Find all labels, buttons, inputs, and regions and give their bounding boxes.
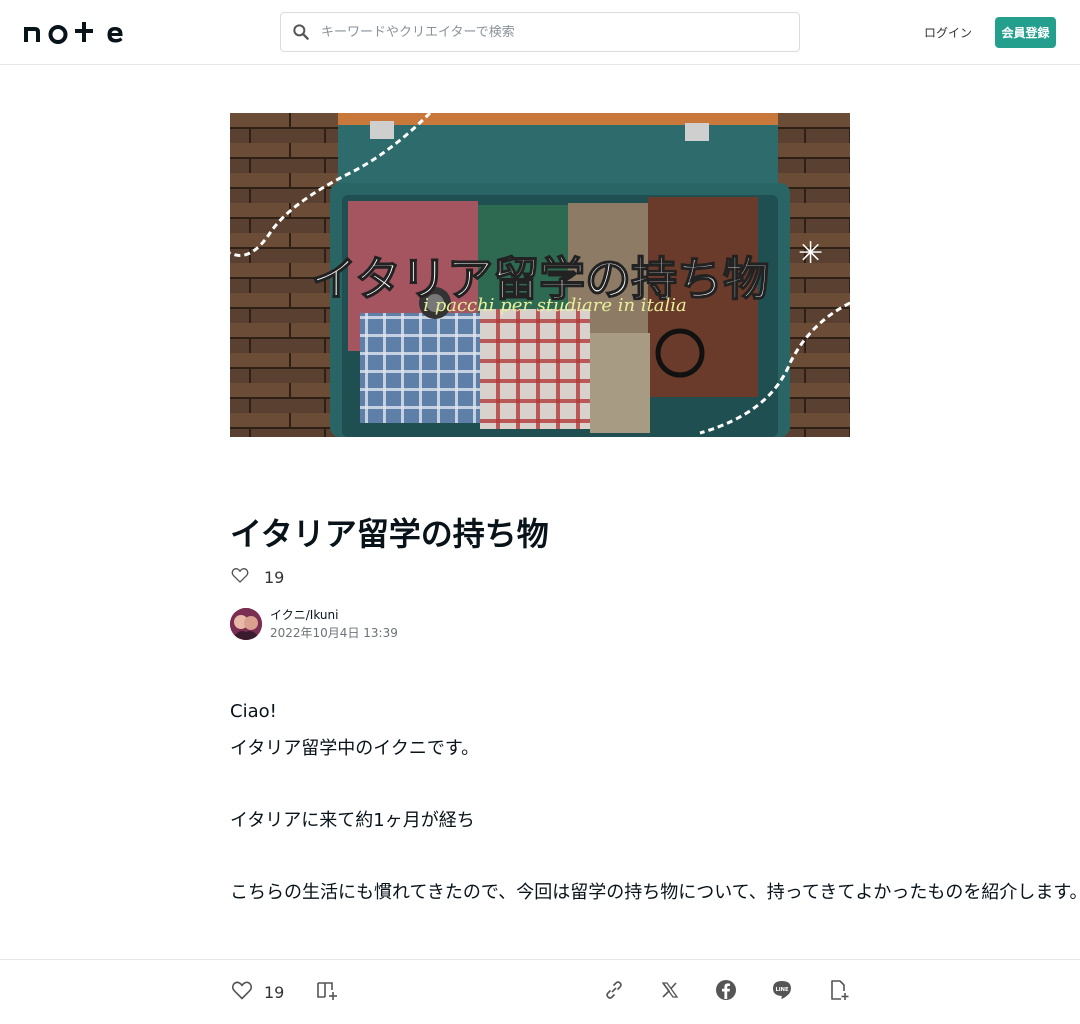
copy-link-button[interactable]: [602, 980, 626, 1004]
site-header: note ログイン 会員登録: [0, 0, 1080, 65]
magazine-add-icon[interactable]: [315, 978, 339, 1006]
paragraph: Ciao!: [230, 701, 277, 722]
line-icon[interactable]: LINE: [770, 978, 794, 1006]
publish-date: 2022年10月4日 13:39: [270, 626, 398, 640]
avatar[interactable]: [230, 608, 262, 640]
like-summary: 19: [230, 566, 284, 588]
hero-image: イタリア留学の持ち物 i pacchi per studiare in ital…: [230, 113, 850, 437]
note-logo[interactable]: note: [24, 20, 124, 44]
svg-text:✳: ✳: [798, 236, 823, 271]
add-to-note-button[interactable]: [827, 980, 851, 1004]
like-button[interactable]: 19: [230, 980, 284, 1004]
author-info[interactable]: イクニ/Ikuni 2022年10月4日 13:39: [230, 606, 398, 642]
note-logo-icon: note: [24, 22, 123, 44]
login-link[interactable]: ログイン: [924, 20, 972, 44]
heart-icon[interactable]: [230, 565, 250, 589]
hero-subtitle-overlay: i pacchi per studiare in italia: [423, 295, 687, 316]
author-name[interactable]: イクニ/Ikuni: [270, 606, 398, 624]
search-input[interactable]: [321, 24, 781, 40]
link-icon[interactable]: [602, 978, 626, 1006]
search-icon[interactable]: [281, 13, 321, 51]
signup-button[interactable]: 会員登録: [995, 17, 1056, 48]
article-title: イタリア留学の持ち物: [230, 515, 549, 553]
paragraph: イタリア留学中のイクニです。: [230, 738, 480, 759]
note-add-icon[interactable]: [827, 978, 851, 1006]
facebook-icon[interactable]: [714, 978, 738, 1006]
heart-icon[interactable]: [230, 978, 254, 1006]
paragraph: こちらの生活にも慣れてきたので、今回は留学の持ち物について、持ってきてよかったも…: [230, 882, 1080, 903]
svg-text:LINE: LINE: [775, 987, 789, 993]
share-x-button[interactable]: [658, 980, 682, 1004]
search-box[interactable]: [280, 12, 800, 52]
share-line-button[interactable]: LINE: [770, 980, 794, 1004]
like-count: 19: [264, 567, 285, 587]
paragraph: イタリアに来て約1ヶ月が経ち: [230, 810, 475, 831]
bottom-action-bar: 19 LINE: [0, 959, 1080, 1024]
share-facebook-button[interactable]: [714, 980, 738, 1004]
like-count: 19: [264, 982, 285, 1002]
add-to-magazine-button[interactable]: [315, 980, 339, 1004]
x-icon[interactable]: [658, 978, 682, 1006]
